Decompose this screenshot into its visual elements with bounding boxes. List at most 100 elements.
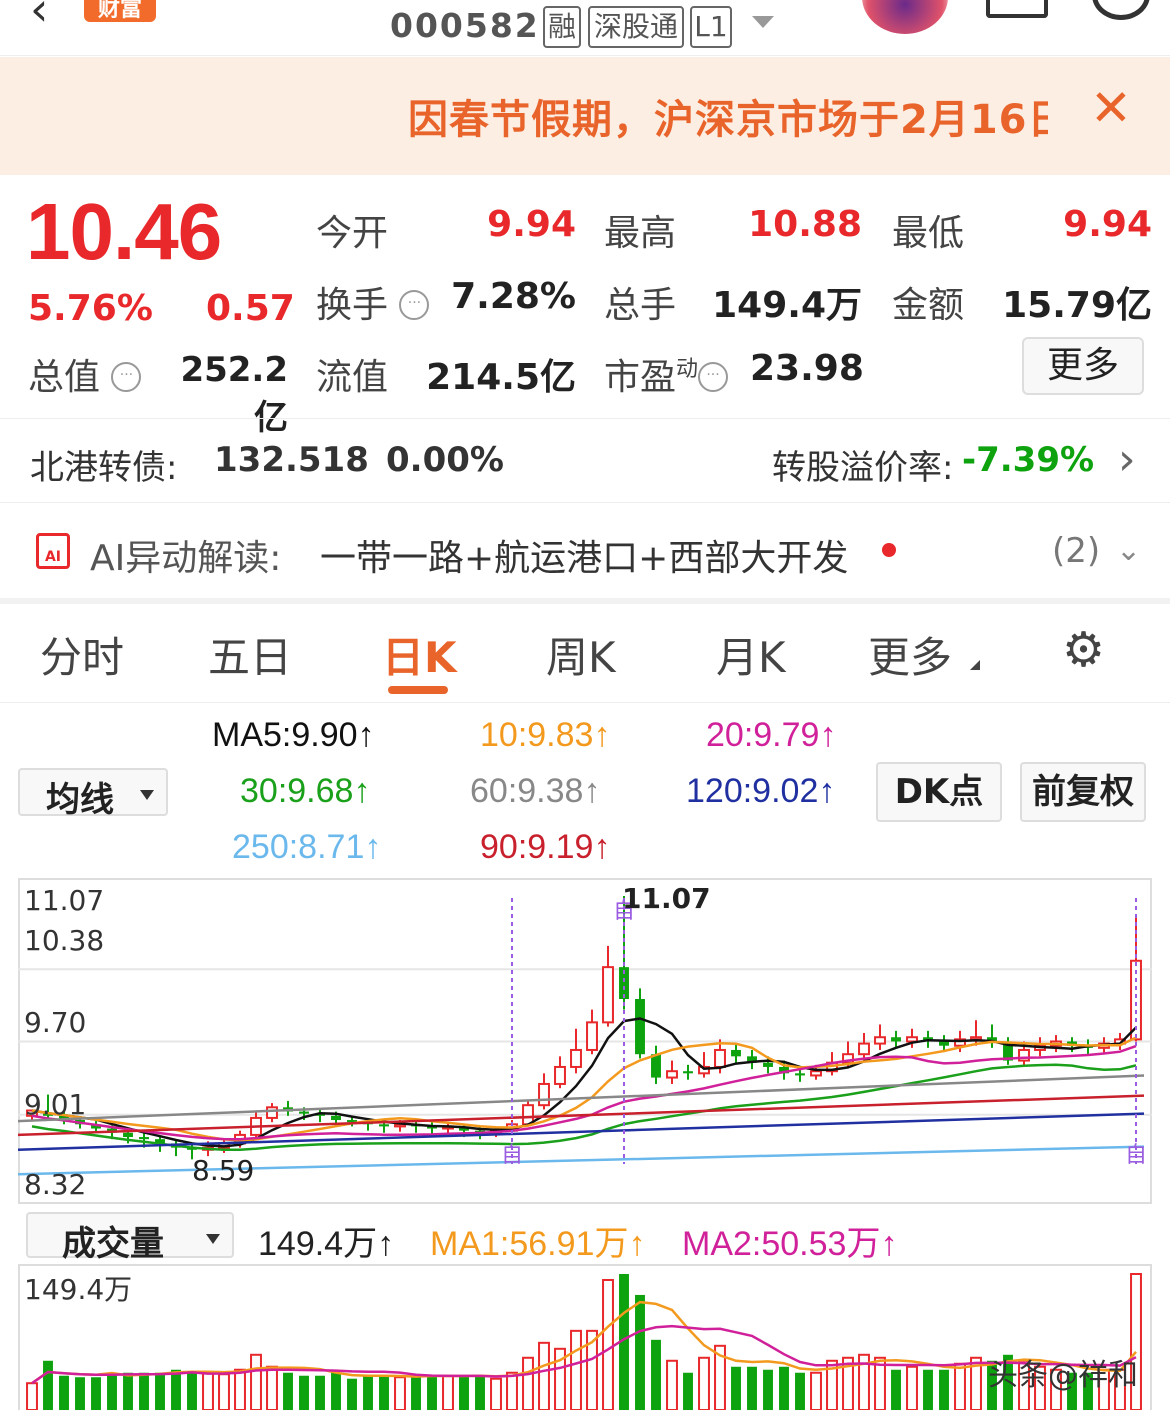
volume-bar[interactable] xyxy=(107,1374,117,1410)
volume-bar[interactable] xyxy=(683,1372,693,1410)
volume-bar[interactable] xyxy=(731,1366,741,1410)
tab-five-day[interactable]: 五日 xyxy=(208,624,292,685)
back-icon[interactable]: ‹ xyxy=(30,0,48,32)
tab-weekly-k[interactable]: 周K xyxy=(546,624,616,685)
dk-marker-label[interactable]: 自 xyxy=(501,1143,523,1168)
candle[interactable] xyxy=(714,1048,726,1068)
volume-bar[interactable] xyxy=(635,1294,645,1410)
volume-bar[interactable] xyxy=(602,1278,614,1410)
more-button[interactable]: 更多 xyxy=(1022,337,1144,395)
tab-more[interactable]: 更多 xyxy=(868,624,952,685)
gear-icon[interactable]: ⚙ xyxy=(1062,626,1105,674)
volume-bar[interactable] xyxy=(923,1369,933,1410)
volume-bar[interactable] xyxy=(795,1372,805,1410)
volume-bar[interactable] xyxy=(171,1369,181,1410)
volume-bar[interactable] xyxy=(123,1372,133,1410)
candle[interactable] xyxy=(651,1054,661,1078)
volume-select[interactable]: 成交量 xyxy=(26,1212,234,1264)
volume-bar[interactable] xyxy=(59,1375,69,1410)
volume-bar[interactable] xyxy=(490,1377,502,1410)
candle[interactable] xyxy=(123,1132,133,1138)
volume-bar[interactable] xyxy=(570,1329,582,1410)
notice-banner[interactable]: 因春节假期，沪深京市场于2月16日 ✕ xyxy=(0,57,1170,175)
volume-bar[interactable] xyxy=(347,1378,357,1410)
dk-point-button[interactable]: DK点 xyxy=(876,762,1002,822)
candle[interactable] xyxy=(331,1115,341,1121)
volume-chart[interactable] xyxy=(18,1264,1152,1410)
volume-bar[interactable] xyxy=(75,1377,85,1410)
candle[interactable] xyxy=(266,1106,278,1119)
candle[interactable] xyxy=(891,1037,901,1042)
candle[interactable] xyxy=(379,1124,389,1127)
volume-bar[interactable] xyxy=(26,1382,38,1410)
ma-select[interactable]: 均线 xyxy=(18,768,168,820)
candle[interactable] xyxy=(570,1048,582,1068)
kline-chart[interactable]: 自自自 xyxy=(18,878,1152,1204)
info-icon[interactable]: ··· xyxy=(698,362,729,392)
info-icon[interactable]: ··· xyxy=(111,362,142,392)
candle[interactable] xyxy=(731,1049,741,1057)
candle[interactable] xyxy=(858,1042,870,1056)
candle[interactable] xyxy=(299,1111,309,1114)
volume-bar[interactable] xyxy=(266,1365,278,1410)
candle[interactable] xyxy=(635,998,645,1055)
volume-bar[interactable] xyxy=(779,1366,789,1410)
adjust-button[interactable]: 前复权 xyxy=(1020,762,1146,822)
candle[interactable] xyxy=(666,1070,678,1079)
candle[interactable] xyxy=(795,1073,805,1076)
volume-bar[interactable] xyxy=(363,1375,373,1410)
chevron-down-icon[interactable]: ⌄ xyxy=(1116,533,1141,568)
volume-bar[interactable] xyxy=(43,1360,53,1410)
volume-bar[interactable] xyxy=(315,1375,325,1410)
candle[interactable] xyxy=(538,1082,550,1107)
candle[interactable] xyxy=(554,1065,566,1085)
volume-bar[interactable] xyxy=(331,1372,341,1410)
tab-daily-k[interactable]: 日K xyxy=(382,624,457,685)
volume-bar[interactable] xyxy=(954,1362,966,1410)
volume-bar[interactable] xyxy=(891,1369,901,1410)
candle[interactable] xyxy=(874,1036,886,1045)
volume-bar[interactable] xyxy=(187,1371,197,1410)
volume-bar[interactable] xyxy=(666,1359,678,1410)
volume-bar[interactable] xyxy=(250,1353,262,1410)
candle[interactable] xyxy=(683,1071,693,1074)
volume-bar[interactable] xyxy=(139,1372,149,1410)
candle[interactable] xyxy=(810,1070,822,1077)
info-icon[interactable]: ··· xyxy=(399,290,430,320)
volume-bar[interactable] xyxy=(411,1375,421,1410)
volume-bar[interactable] xyxy=(218,1373,230,1410)
volume-bar[interactable] xyxy=(427,1375,437,1410)
tab-monthly-k[interactable]: 月K xyxy=(716,624,786,685)
search-icon[interactable] xyxy=(1092,0,1150,20)
tab-intraday[interactable]: 分时 xyxy=(40,624,124,685)
dk-marker-label[interactable]: 自 xyxy=(1125,1143,1147,1168)
convertible-bond-row[interactable]: 北港转债: 132.518 0.00% 转股溢价率: -7.39% › xyxy=(0,420,1170,502)
volume-bar[interactable] xyxy=(459,1375,469,1410)
candle[interactable] xyxy=(139,1137,149,1140)
volume-bar[interactable] xyxy=(299,1375,309,1410)
volume-bar[interactable] xyxy=(506,1371,518,1410)
volume-bar[interactable] xyxy=(202,1371,214,1410)
volume-bar[interactable] xyxy=(394,1376,406,1410)
volume-bar[interactable] xyxy=(538,1341,550,1410)
watchlist-icon[interactable] xyxy=(986,0,1048,18)
volume-bar[interactable] xyxy=(698,1356,710,1410)
volume-bar[interactable] xyxy=(379,1375,389,1410)
volume-bar[interactable] xyxy=(234,1368,246,1410)
candle[interactable] xyxy=(939,1041,949,1046)
volume-bar[interactable] xyxy=(651,1339,661,1410)
volume-bar[interactable] xyxy=(91,1377,101,1410)
avatar[interactable] xyxy=(862,0,948,34)
volume-bar[interactable] xyxy=(475,1375,485,1410)
volume-bar[interactable] xyxy=(155,1372,165,1410)
volume-bar[interactable] xyxy=(283,1372,293,1410)
candle[interactable] xyxy=(586,1021,598,1051)
close-icon[interactable]: ✕ xyxy=(1090,83,1132,133)
volume-bar[interactable] xyxy=(763,1369,773,1410)
volume-bar[interactable] xyxy=(810,1371,822,1410)
candle[interactable] xyxy=(763,1062,773,1067)
candle[interactable] xyxy=(906,1036,918,1043)
volume-bar[interactable] xyxy=(522,1356,534,1410)
volume-bar[interactable] xyxy=(906,1365,918,1410)
chevron-down-icon[interactable] xyxy=(752,16,774,28)
